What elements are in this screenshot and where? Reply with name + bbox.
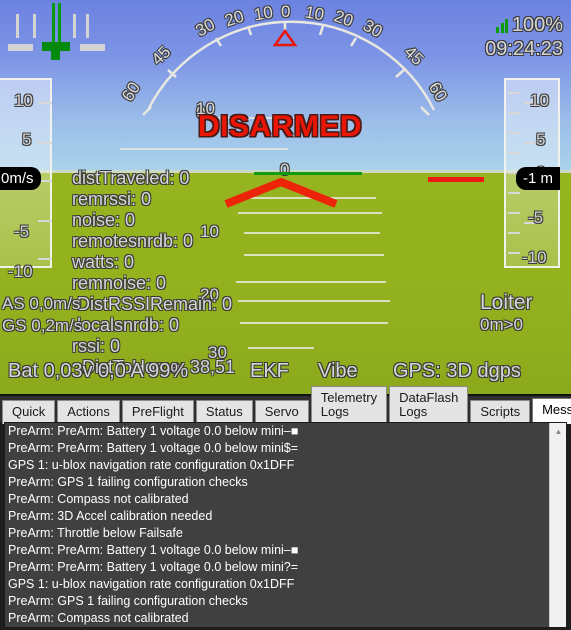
message-row: GPS 1: u-blox navigation rate configurat… [8, 458, 295, 472]
message-row: PreArm: Throttle below Failsafe [8, 526, 183, 540]
message-row: PreArm: PreArm: Battery 1 voltage 0.0 be… [8, 441, 299, 455]
tab-quick[interactable]: Quick [2, 400, 56, 424]
signal-bars-icon [496, 19, 510, 38]
roll-label-10l: 10 [252, 2, 275, 25]
message-row: PreArm: GPS 1 failing configuration chec… [8, 594, 248, 608]
ekf-status-button[interactable]: EKF [250, 360, 289, 383]
flight-mode-name: Loiter [480, 291, 533, 314]
pitch-rung [238, 212, 382, 214]
airspeed-label-m10: -10 [8, 262, 33, 281]
tab-actions[interactable]: Actions [57, 400, 120, 424]
telemetry-item: localsnrdb: 0 [77, 315, 180, 335]
pitch-rung [236, 281, 386, 283]
roll-label-10r: 10 [303, 2, 326, 25]
altitude-label-5: 5 [536, 130, 546, 149]
vibe-status-button[interactable]: Vibe [318, 360, 358, 383]
pitch-rung [238, 300, 390, 302]
pitch-rung [240, 322, 388, 324]
message-row: PreArm: PreArm: Battery 1 voltage 0.0 be… [8, 424, 299, 438]
signal-percent: 100% [511, 14, 563, 36]
message-list: PreArm: PreArm: Battery 1 voltage 0.0 be… [5, 423, 548, 628]
heading-center-stem [51, 50, 60, 60]
flight-mode-block: Loiter 0m>0 [480, 291, 533, 335]
telemetry-item: rssi: 0 [72, 336, 121, 356]
message-row: PreArm: Compass not calibrated [8, 611, 189, 625]
message-row: PreArm: Compass not calibrated [8, 492, 189, 506]
battery-status: Bat 0,03v 0,0 A 99% [8, 360, 189, 382]
pitch-label-0b: 0 [280, 160, 290, 179]
clock-text: 09:24:23 [485, 38, 563, 60]
waypoint-distance: 0m>0 [480, 315, 523, 334]
tab-telemetry-logs[interactable]: Telemetry Logs [310, 386, 388, 424]
groundspeed-text: GS 0,2m/s [2, 316, 83, 335]
message-row: PreArm: PreArm: Battery 1 voltage 0.0 be… [8, 560, 299, 574]
altitude-readout: -1 m [516, 167, 560, 190]
airspeed-label-10: 10 [14, 91, 33, 110]
tab-strip: Quick Actions PreFlight Status Servo Tel… [0, 386, 571, 424]
airspeed-text: AS 0,0m/s [2, 294, 81, 313]
telemetry-item: remnoise: 0 [72, 273, 167, 293]
arm-status-text: DISARMED [198, 110, 363, 143]
signal-row: 100% [485, 14, 563, 38]
tab-list: Quick Actions PreFlight Status Servo Tel… [0, 386, 571, 424]
telemetry-item: distTraveled: 0 [72, 168, 190, 188]
altitude-label-m5: -5 [528, 208, 544, 227]
aircraft-symbol-icon [224, 178, 338, 208]
message-row: GPS 1: u-blox navigation rate configurat… [8, 577, 295, 591]
pitch-rung [120, 148, 288, 150]
airspeed-label-m5: -5 [14, 222, 30, 241]
telemetry-overlay-list: distTraveled: 0 remrssi: 0 noise: 0 remo… [72, 168, 235, 378]
tab-messages[interactable]: Messages [532, 398, 571, 424]
hud-status-bar: Bat 0,03v 0,0 A 99% EKF Vibe GPS: 3D dgp… [0, 360, 571, 390]
airspeed-readout: 0m/s [0, 167, 41, 190]
roll-label-0: 0 [281, 2, 291, 21]
telemetry-item: noise: 0 [72, 210, 136, 230]
pitch-rung [244, 232, 380, 234]
tab-scripts[interactable]: Scripts [470, 400, 531, 424]
horizon-reference-marker [254, 172, 362, 175]
pitch-rung [248, 347, 314, 349]
tab-status[interactable]: Status [195, 400, 253, 424]
messages-scrollbar[interactable]: ▲ [549, 423, 566, 627]
message-row: PreArm: 3D Accel calibration needed [5, 627, 548, 628]
tab-servo[interactable]: Servo [254, 400, 309, 424]
heading-ribbon [0, 0, 120, 70]
message-row: PreArm: 3D Accel calibration needed [8, 509, 213, 523]
right-red-indicator [428, 177, 484, 182]
gps-status: GPS: 3D dgps [393, 360, 521, 382]
hud-artificial-horizon[interactable]: 0 0 10 10 20 30 60 45 30 20 10 0 10 20 3… [0, 0, 571, 394]
message-row: PreArm: PreArm: Battery 1 voltage 0.0 be… [8, 543, 299, 557]
signal-status-block: 100% 09:24:23 [485, 14, 563, 61]
mission-planner-window: 0 0 10 10 20 30 60 45 30 20 10 0 10 20 3… [0, 0, 571, 630]
altitude-label-10: 10 [530, 91, 549, 110]
message-row: PreArm: GPS 1 failing configuration chec… [8, 475, 248, 489]
airspeed-label-5: 5 [22, 130, 32, 149]
telemetry-item: remrssi: 0 [72, 189, 152, 209]
tab-dataflash-logs[interactable]: DataFlash Logs [389, 386, 469, 424]
tab-preflight[interactable]: PreFlight [121, 400, 194, 424]
telemetry-item: watts: 0 [72, 252, 135, 272]
telemetry-item: remotesnrdb: 0 [72, 231, 194, 251]
messages-panel[interactable]: PreArm: PreArm: Battery 1 voltage 0.0 be… [4, 422, 567, 628]
pitch-rung [244, 254, 384, 256]
telemetry-item: DistRSSIRemain: 0 [77, 294, 233, 314]
altitude-label-m10: -10 [522, 248, 547, 267]
scroll-up-arrow-icon[interactable]: ▲ [550, 423, 566, 440]
